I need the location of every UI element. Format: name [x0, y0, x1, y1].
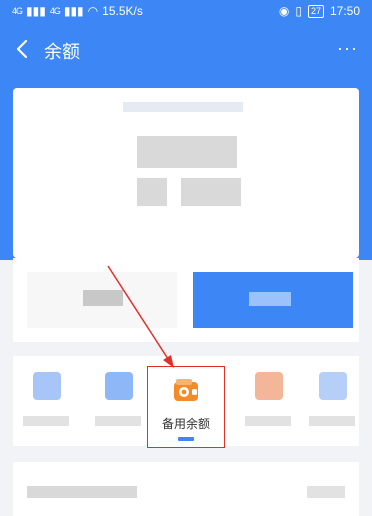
network-speed: 15.5K/s [102, 4, 143, 18]
secondary-action-button[interactable] [27, 272, 177, 328]
balance-card [13, 88, 359, 258]
blurred-icon [319, 372, 347, 400]
blurred-label [95, 416, 141, 426]
blurred-row-value [307, 486, 345, 498]
signal-label-2: 4G [49, 6, 61, 16]
menu-item-2[interactable] [85, 356, 145, 446]
vibrate-icon: ▯ [295, 4, 302, 18]
blurred-icon [255, 372, 283, 400]
blurred-icon [105, 372, 133, 400]
menu-item-backup-balance[interactable]: 备用余额 [147, 366, 225, 448]
menu-grid: 备用余额 [13, 356, 359, 448]
blurred-amount-top [137, 136, 237, 168]
battery-level: 27 [307, 4, 324, 18]
primary-action-button[interactable] [193, 272, 353, 328]
nav-bar: 余额 ··· [0, 28, 372, 72]
blurred-amount-left [137, 178, 167, 206]
active-indicator [178, 437, 194, 441]
blurred-button-label-primary [249, 292, 291, 306]
blurred-amount-right [181, 178, 241, 206]
menu-item-1[interactable] [13, 356, 73, 446]
page-title: 余额 [44, 42, 80, 62]
back-button[interactable] [10, 36, 36, 62]
menu-item-label: 备用余额 [161, 417, 210, 431]
bottom-list-item[interactable] [13, 462, 359, 516]
clock: 17:50 [329, 4, 360, 18]
blurred-caption [123, 102, 243, 112]
blurred-label [309, 416, 355, 426]
wifi-icon: ◠ [87, 4, 99, 18]
action-buttons [13, 258, 359, 342]
blurred-label [245, 416, 291, 426]
signal-icon-2: ▮▮▮ [63, 4, 84, 18]
signal-icon: ▮▮▮ [26, 4, 46, 18]
blurred-icon [33, 372, 61, 400]
more-options-button[interactable]: ··· [337, 38, 358, 59]
blurred-button-label [83, 290, 123, 306]
menu-item-4[interactable] [235, 356, 295, 446]
status-bar: 4G ▮▮▮ 4G ▮▮▮ ◠ 15.5K/s ◉ ▯ 27 17:50 [0, 0, 372, 24]
chevron-left-icon [16, 39, 28, 59]
blurred-label [23, 416, 69, 426]
wallet-icon [174, 379, 198, 401]
signal-label-1: 4G [12, 6, 23, 16]
menu-item-5[interactable] [299, 356, 359, 446]
blurred-row-title [27, 486, 137, 498]
eye-icon: ◉ [278, 4, 290, 18]
